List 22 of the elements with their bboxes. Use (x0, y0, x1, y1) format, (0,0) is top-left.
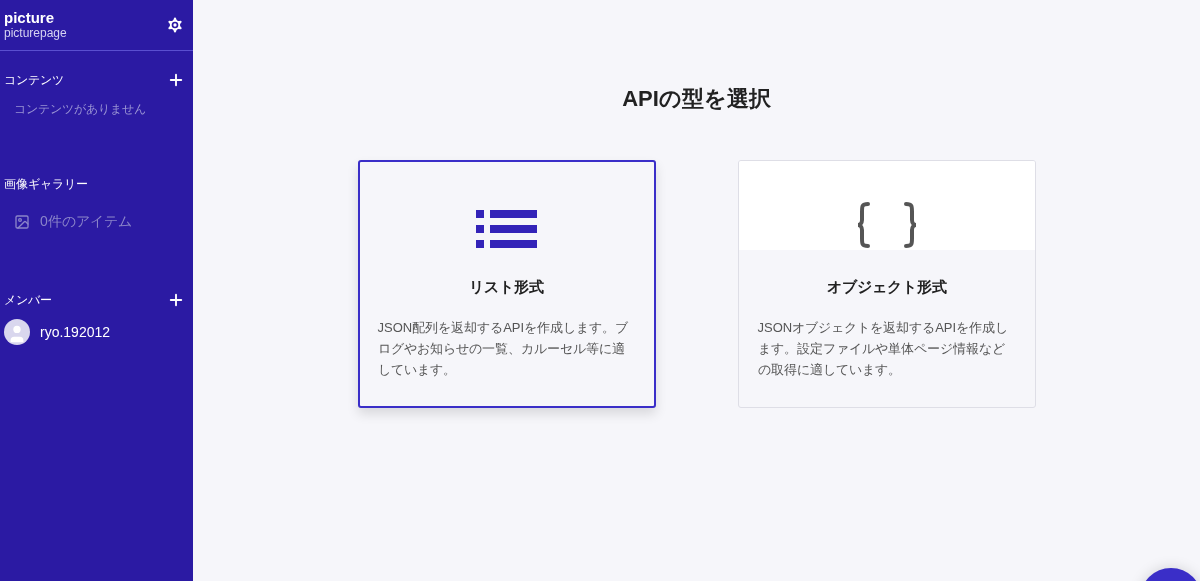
app-subtitle: picturepage (4, 26, 67, 41)
section-heading: メンバー (4, 291, 52, 309)
api-type-card[interactable]: リスト形式 JSON配列を返却するAPIを作成します。ブログやお知らせの一覧、カルーセル等に適しています。 (357, 160, 656, 408)
image-icon (14, 214, 30, 230)
section-heading: 画像ギャラリー (4, 176, 88, 193)
member-name[interactable]: ryo.192012 (40, 324, 111, 340)
card-title: リスト形式 (469, 278, 544, 297)
add-icon[interactable] (167, 291, 185, 309)
add-icon[interactable] (167, 71, 185, 89)
settings-icon[interactable] (165, 15, 185, 35)
app-title: picture (4, 9, 55, 26)
page-heading: APIの型を選択 (622, 85, 771, 113)
card-description: JSON配列を返却するAPIを作成します。ブログやお知らせの一覧、カルーセル等に適しています。 (377, 319, 630, 379)
card-title: オブジェクト形式 (826, 278, 947, 297)
gallery-item[interactable]: 0件のアイテム (40, 213, 132, 231)
list-icon (475, 210, 538, 248)
section-heading: コンテンツ (4, 71, 64, 89)
curly-braces-icon (855, 202, 918, 248)
card-description: JSONオブジェクトを返却するAPIを作成します。設定ファイルや単体ページ情報などの取得に適しています。 (757, 319, 1010, 379)
api-type-card[interactable]: オブジェクト形式 JSONオブジェクトを返却するAPIを作成します。設定ファイルや単体ページ情報などの取得に適しています。 (737, 160, 1036, 408)
empty-message: コンテンツがありません (13, 101, 147, 118)
avatar-icon (4, 319, 30, 345)
